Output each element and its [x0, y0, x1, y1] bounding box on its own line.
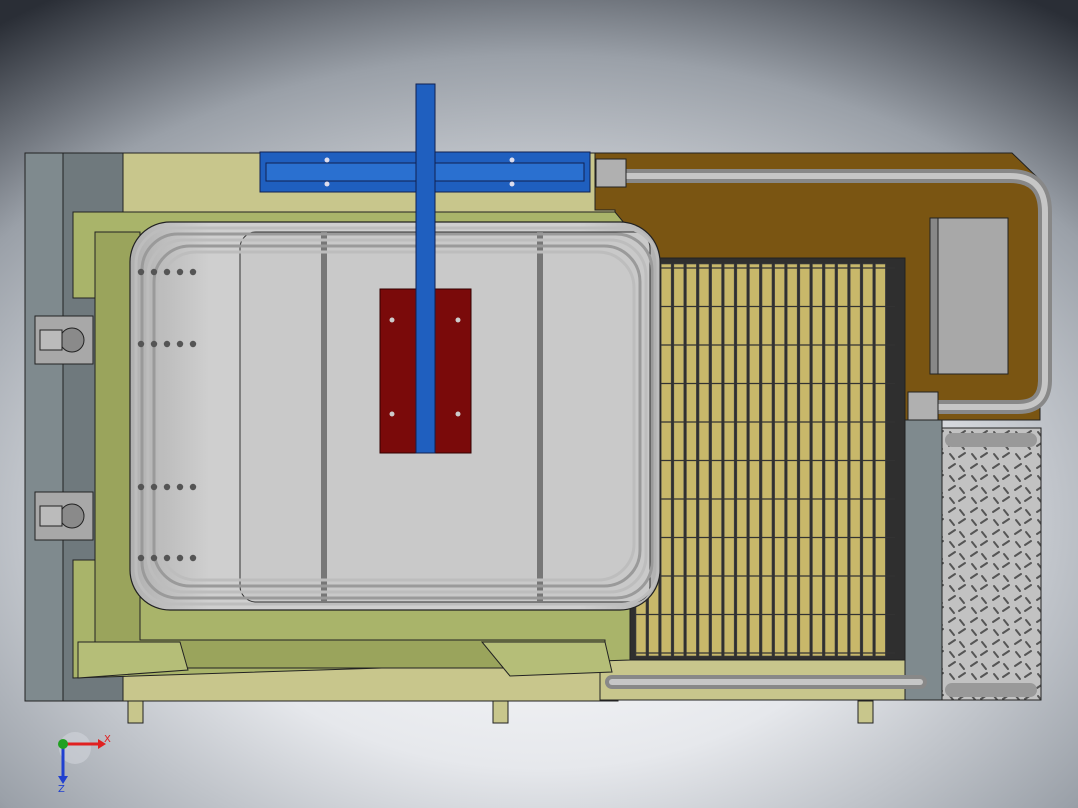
coordinate-triad: X Z [58, 732, 111, 795]
tank-bolt [163, 268, 171, 276]
checker-plate-edge [904, 419, 943, 701]
tank-bolt [163, 483, 171, 491]
plate-bolt [389, 411, 395, 417]
tank-bolt [163, 340, 171, 348]
tank-bolt [189, 268, 197, 276]
triad-x-label: X [104, 734, 111, 745]
leg-left [127, 700, 144, 724]
tank-bolt [137, 340, 145, 348]
hinge-upper [34, 315, 94, 365]
cabinet-hinge-strip [929, 217, 939, 375]
beam-bolt [324, 157, 330, 163]
tank-bolt [150, 554, 158, 562]
beam-bolt [509, 157, 515, 163]
beam-bolt [509, 181, 515, 187]
tank-bolt [189, 483, 197, 491]
grating-panel [635, 263, 895, 657]
hinge-lower [34, 491, 94, 541]
tank-bolt [150, 483, 158, 491]
checker-plate [941, 427, 1042, 701]
cad-viewport[interactable]: X Z [0, 0, 1078, 808]
leg-right [857, 700, 874, 724]
plate-bolt [389, 317, 395, 323]
pipe-flange-right [907, 391, 939, 421]
pipe-flange-top [595, 158, 627, 188]
tank-bolt [189, 340, 197, 348]
tank-bolt [150, 268, 158, 276]
tank-bolt [176, 268, 184, 276]
tank-bolt [137, 268, 145, 276]
tank-bolt [137, 483, 145, 491]
tank-bolt [176, 483, 184, 491]
tank-bolt [176, 554, 184, 562]
control-cabinet [929, 217, 1009, 375]
tank-bolt [137, 554, 145, 562]
plate-bolt [455, 317, 461, 323]
blue-beam-vertical [415, 83, 436, 454]
tank-bolt [163, 554, 171, 562]
leg-middle [492, 700, 509, 724]
tank-bolt [189, 554, 197, 562]
tank-bolt [150, 340, 158, 348]
assembly-top-view[interactable]: X Z [0, 0, 1078, 808]
plate-bolt [455, 411, 461, 417]
beam-bolt [324, 181, 330, 187]
tank-bolt [176, 340, 184, 348]
triad-z-label: Z [58, 784, 65, 795]
